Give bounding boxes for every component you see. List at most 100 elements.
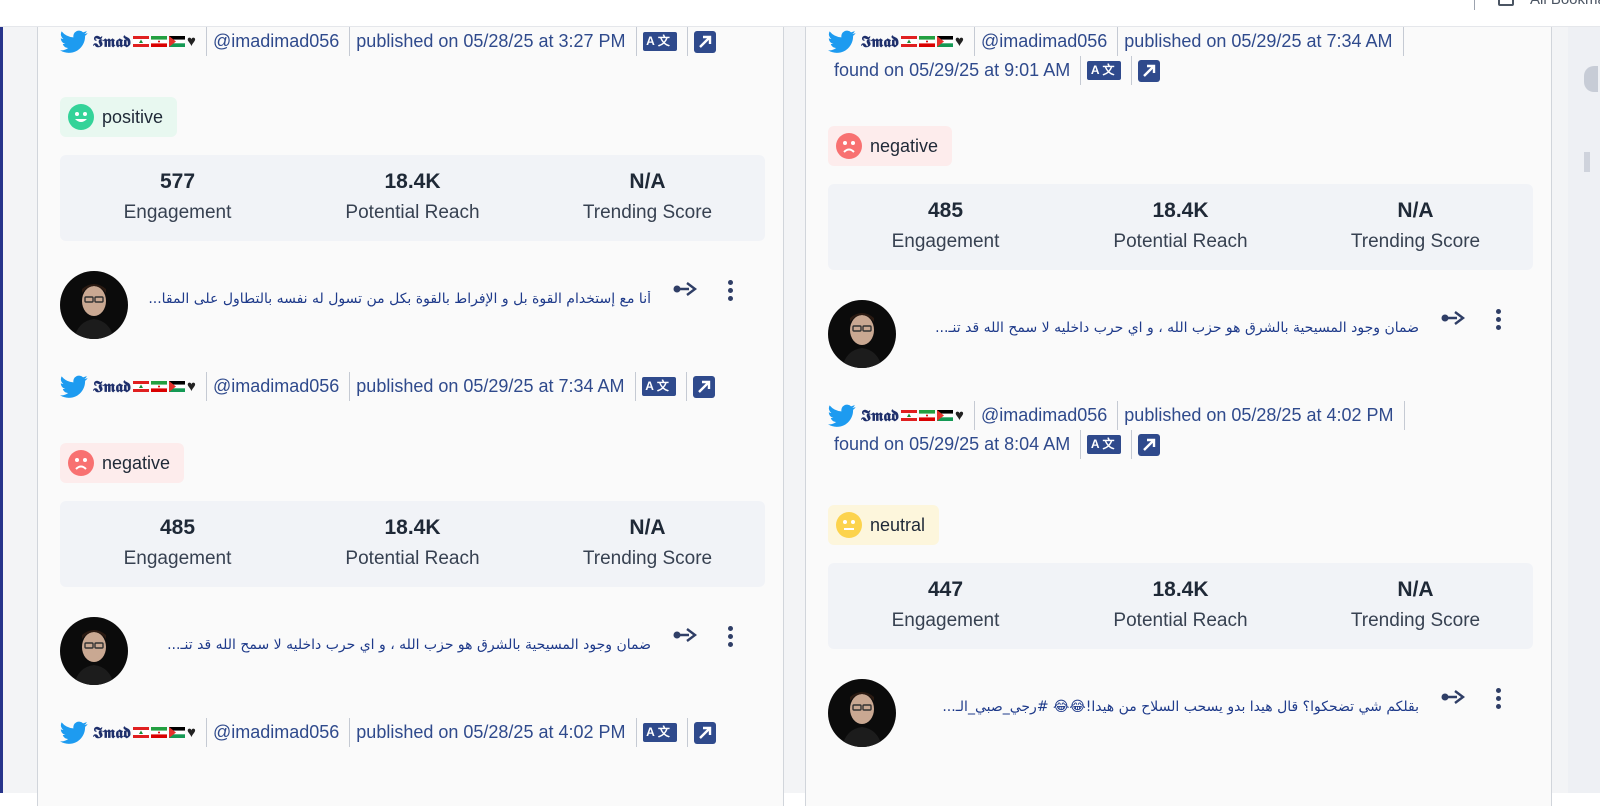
author-name[interactable]: 𝕴𝖒𝖆𝖉 (93, 718, 131, 747)
stat-label: Potential Reach (345, 202, 480, 223)
mention-meta-found: found on 05/29/25 at 8:04 AM A文 (834, 430, 1161, 459)
stat-value: N/A (1397, 578, 1434, 601)
author-handle[interactable]: @imadimad056 (205, 718, 339, 747)
avatar[interactable] (828, 679, 896, 747)
post-row: ضمان وجود المسيحية بالشرق هو حزب الله ، … (828, 300, 1533, 370)
right-side-panel (1568, 26, 1600, 793)
mention-meta: 𝕴𝖒𝖆𝖉 ♥ @imadimad056 published on 05/29/2… (60, 372, 715, 401)
stat-value: 485 (159, 516, 196, 539)
lebanon-flag-icon (901, 36, 918, 47)
mention-meta: 𝕴𝖒𝖆𝖉 ♥ @imadimad056 published on 05/29/2… (828, 27, 1410, 56)
more-options-icon[interactable] (1488, 685, 1508, 713)
trending-stat: N/A Trending Score (1298, 184, 1533, 270)
heart-icon: ♥ (955, 407, 964, 424)
neutral-face-icon (836, 512, 862, 538)
all-bookmarks-link[interactable]: All Bookmarks (1530, 0, 1600, 8)
folder-icon[interactable] (1498, 0, 1514, 6)
stat-value: N/A (629, 170, 666, 193)
translate-icon[interactable]: A文 (1087, 435, 1122, 454)
reach-stat: 18.4K Potential Reach (295, 501, 530, 587)
iran-flag-icon (919, 410, 936, 421)
post-text[interactable]: ضمان وجود المسيحية بالشرق هو حزب الله ، … (904, 320, 1419, 336)
palestine-flag-icon (169, 36, 186, 47)
open-external-icon[interactable] (692, 375, 715, 398)
open-external-icon[interactable] (693, 721, 716, 744)
sad-face-icon (68, 450, 94, 476)
stat-label: Trending Score (1350, 231, 1481, 252)
engagement-stat: 577 Engagement (60, 155, 295, 241)
iran-flag-icon (919, 36, 936, 47)
share-icon[interactable] (1441, 687, 1467, 707)
sentiment-badge-negative: negative (60, 443, 185, 483)
author-name[interactable]: 𝕴𝖒𝖆𝖉 (93, 27, 131, 56)
twitter-icon (828, 30, 856, 53)
author-handle[interactable]: @imadimad056 (973, 27, 1107, 56)
stat-label: Trending Score (1350, 610, 1481, 631)
stat-label: Engagement (123, 202, 232, 223)
sentiment-label: negative (102, 452, 171, 473)
post-row: أنا مع إستخدام القوة بل و الإفراط بالقوة… (60, 271, 765, 341)
sentiment-label: negative (870, 135, 939, 156)
heart-icon: ♥ (955, 33, 964, 50)
more-options-icon[interactable] (720, 277, 740, 305)
iran-flag-icon (151, 36, 168, 47)
avatar[interactable] (60, 271, 128, 339)
published-date: published on 05/29/25 at 7:34 AM (349, 372, 625, 401)
stat-value: 18.4K (384, 170, 441, 193)
found-date: found on 05/29/25 at 9:01 AM (834, 60, 1071, 80)
mention-meta-found: found on 05/29/25 at 9:01 AM A文 (834, 56, 1161, 85)
stat-value: 447 (927, 578, 964, 601)
more-options-icon[interactable] (720, 623, 740, 651)
engagement-stat: 485 Engagement (828, 184, 1063, 270)
stat-value: 485 (927, 199, 964, 222)
open-external-icon[interactable] (693, 30, 716, 53)
mention-meta: 𝕴𝖒𝖆𝖉 ♥ @imadimad056 published on 05/28/2… (828, 401, 1411, 430)
lebanon-flag-icon (133, 36, 150, 47)
lebanon-flag-icon (901, 410, 918, 421)
sad-face-icon (836, 133, 862, 159)
share-icon[interactable] (673, 625, 699, 645)
iran-flag-icon (151, 727, 168, 738)
share-icon[interactable] (673, 279, 699, 299)
lebanon-flag-icon (133, 727, 150, 738)
palestine-flag-icon (169, 727, 186, 738)
published-date: published on 05/28/25 at 4:02 PM (349, 718, 626, 747)
stat-value: 18.4K (1152, 199, 1209, 222)
stat-value: 577 (159, 170, 196, 193)
published-date: published on 05/28/25 at 3:27 PM (349, 27, 626, 56)
avatar[interactable] (60, 617, 128, 685)
post-text[interactable]: أنا مع إستخدام القوة بل و الإفراط بالقوة… (136, 291, 651, 307)
post-text[interactable]: ضمان وجود المسيحية بالشرق هو حزب الله ، … (136, 637, 651, 653)
mentions-column-right: 𝕴𝖒𝖆𝖉 ♥ @imadimad056 published on 05/29/2… (805, 26, 1552, 806)
post-text[interactable]: بقلكم شي تضحكوا؟ قال هيدا بدو يسحب السلا… (904, 699, 1419, 715)
share-icon[interactable] (1441, 308, 1467, 328)
stat-value: 18.4K (384, 516, 441, 539)
translate-icon[interactable]: A文 (1087, 61, 1122, 80)
trending-stat: N/A Trending Score (530, 155, 765, 241)
palestine-flag-icon (937, 36, 954, 47)
heart-icon: ♥ (187, 724, 196, 741)
stat-label: Trending Score (582, 202, 713, 223)
open-external-icon[interactable] (1138, 433, 1161, 456)
translate-icon[interactable]: A文 (642, 723, 677, 742)
more-options-icon[interactable] (1488, 306, 1508, 334)
stats-panel: 447 Engagement 18.4K Potential Reach N/A Tr… (828, 563, 1533, 649)
translate-icon[interactable]: A文 (641, 377, 676, 396)
stat-label: Potential Reach (345, 548, 480, 569)
author-name[interactable]: 𝕴𝖒𝖆𝖉 (861, 27, 899, 56)
author-name[interactable]: 𝕴𝖒𝖆𝖉 (93, 372, 131, 401)
happy-face-icon (68, 104, 94, 130)
twitter-icon (828, 404, 856, 427)
author-handle[interactable]: @imadimad056 (973, 401, 1107, 430)
mention-meta: 𝕴𝖒𝖆𝖉 ♥ @imadimad056 published on 05/28/2… (60, 27, 716, 56)
stat-label: Engagement (891, 231, 1000, 252)
author-handle[interactable]: @imadimad056 (205, 372, 339, 401)
avatar[interactable] (828, 300, 896, 368)
open-external-icon[interactable] (1138, 59, 1161, 82)
sentiment-label: neutral (870, 514, 926, 535)
heart-icon: ♥ (187, 33, 196, 50)
author-handle[interactable]: @imadimad056 (205, 27, 339, 56)
author-name[interactable]: 𝕴𝖒𝖆𝖉 (861, 401, 899, 430)
translate-icon[interactable]: A文 (642, 32, 677, 51)
mention-meta: 𝕴𝖒𝖆𝖉 ♥ @imadimad056 published on 05/28/2… (60, 718, 716, 747)
